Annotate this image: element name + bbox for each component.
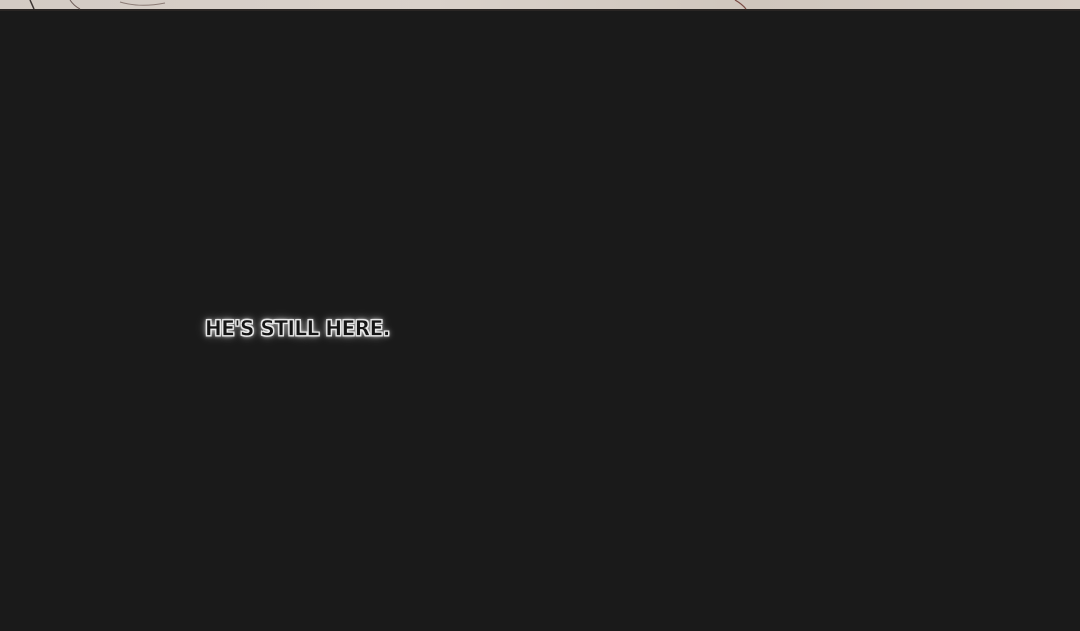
panel-sketch-lines	[29, 0, 747, 10]
previous-panel-artwork	[0, 0, 1080, 11]
comic-page: HE'S STILL HERE.	[0, 0, 1080, 631]
narration-caption: HE'S STILL HERE.	[205, 315, 391, 341]
